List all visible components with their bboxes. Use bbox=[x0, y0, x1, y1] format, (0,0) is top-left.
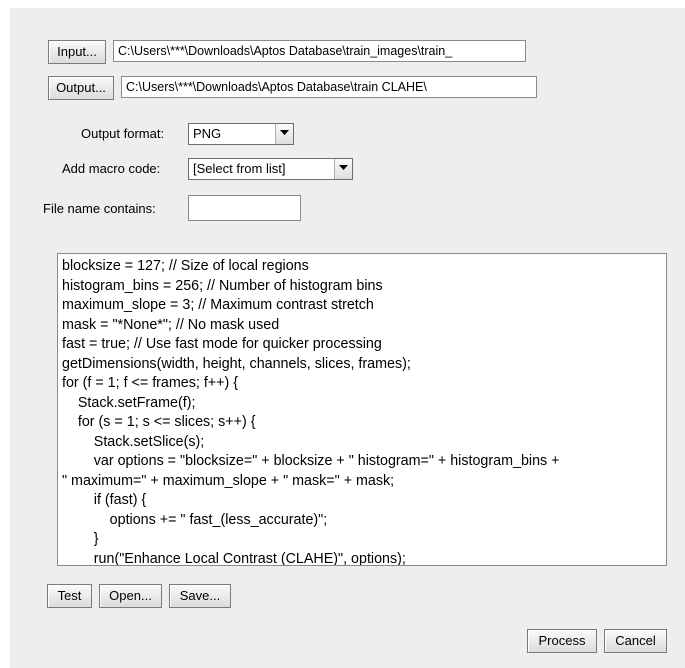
code-line: mask = "*None*"; // No mask used bbox=[62, 316, 280, 333]
code-line: maximum_slope = 3; // Maximum contrast s… bbox=[62, 297, 374, 313]
filename-contains-label: File name contains: bbox=[43, 201, 156, 216]
process-button[interactable]: Process bbox=[527, 629, 597, 653]
cancel-button[interactable]: Cancel bbox=[604, 629, 667, 653]
code-line: } bbox=[62, 531, 99, 547]
input-path-field[interactable]: C:\Users\***\Downloads\Aptos Database\tr… bbox=[113, 40, 526, 62]
output-path-field[interactable]: C:\Users\***\Downloads\Aptos Database\tr… bbox=[121, 76, 537, 98]
test-button[interactable]: Test bbox=[47, 584, 92, 608]
code-line: blocksize = 127; // Size of local region… bbox=[62, 258, 309, 274]
macro-code-editor[interactable]: blocksize = 127; // Size of local region… bbox=[57, 253, 667, 566]
code-line: for (f = 1; f <= frames; f++) { bbox=[62, 375, 239, 391]
macro-code-select[interactable]: [Select from list] bbox=[188, 158, 353, 180]
code-line: options += " fast_(less_accurate)"; bbox=[62, 511, 328, 528]
filename-contains-input[interactable] bbox=[188, 195, 301, 221]
output-format-select[interactable]: PNG bbox=[188, 123, 294, 145]
code-line: if (fast) { bbox=[62, 492, 147, 508]
code-line: " maximum=" + maximum_slope + " mask=" +… bbox=[62, 472, 395, 489]
macro-code-label: Add macro code: bbox=[62, 161, 161, 176]
macro-code-value: [Select from list] bbox=[193, 161, 286, 176]
code-line: for (s = 1; s <= slices; s++) { bbox=[62, 414, 256, 430]
code-line: getDimensions(width, height, channels, s… bbox=[62, 355, 411, 372]
save-button[interactable]: Save... bbox=[169, 584, 231, 608]
code-line: fast = true; // Use fast mode for quicke… bbox=[62, 336, 382, 352]
chevron-down-icon[interactable] bbox=[275, 124, 293, 144]
code-line: run("Enhance Local Contrast (CLAHE)", op… bbox=[62, 550, 406, 566]
code-line: histogram_bins = 256; // Number of histo… bbox=[62, 277, 383, 294]
code-line: Stack.setFrame(f); bbox=[62, 394, 196, 411]
chevron-down-icon[interactable] bbox=[334, 159, 352, 179]
open-button[interactable]: Open... bbox=[99, 584, 162, 608]
output-format-label: Output format: bbox=[81, 126, 165, 141]
output-button[interactable]: Output... bbox=[48, 76, 114, 100]
code-line: Stack.setSlice(s); bbox=[62, 433, 205, 450]
code-line: var options = "blocksize=" + blocksize +… bbox=[62, 453, 560, 469]
input-button[interactable]: Input... bbox=[48, 40, 106, 64]
output-format-value: PNG bbox=[193, 126, 222, 141]
